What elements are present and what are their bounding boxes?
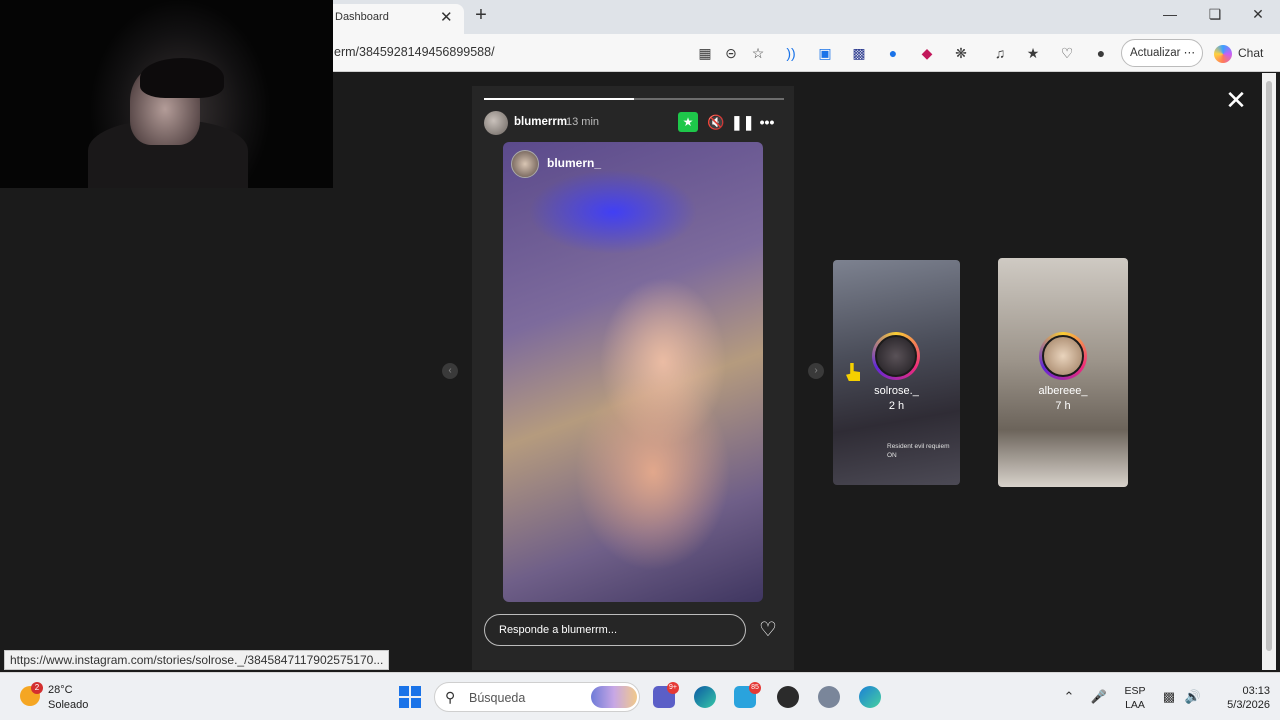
microphone-icon[interactable]: 🎤 [1090, 689, 1108, 705]
keyboard-layout: LAA [1125, 699, 1145, 711]
language-code: ESP [1124, 685, 1146, 697]
screen: Dashboard ✕ + — ❏ ✕ erm/3845928149456899… [0, 0, 1280, 720]
story-image-avatar [511, 150, 539, 178]
language-indicator[interactable]: ESP LAA [1122, 684, 1148, 712]
screenshot-icon[interactable]: ▣ [814, 42, 836, 64]
scrollbar-thumb[interactable] [1266, 81, 1272, 651]
avatar [875, 335, 917, 377]
mute-icon[interactable]: 🔇 [706, 112, 726, 132]
thumbnail-username: solrose._ [874, 385, 919, 397]
like-heart-icon[interactable]: ♡ [757, 619, 779, 641]
story-image[interactable] [503, 142, 763, 602]
browser-tab[interactable]: Dashboard ✕ [322, 4, 464, 34]
copilot-icon [1214, 44, 1232, 63]
health-icon[interactable]: ♡ [1056, 42, 1078, 64]
story-image-username: blumern_ [547, 156, 602, 170]
tab-title: Dashboard [335, 11, 389, 23]
extensions-puzzle-icon[interactable]: ❋ [950, 42, 972, 64]
search-placeholder: Búsqueda [469, 691, 526, 705]
windows-taskbar: 2 28°C Soleado ⚲ Búsqueda 9+ 85 ⌃ 🎤 ESP … [0, 672, 1280, 720]
settings-icon[interactable] [818, 686, 840, 708]
minimize-button[interactable]: — [1158, 6, 1182, 22]
webcam-overlay [0, 0, 333, 188]
taskbar-search[interactable]: ⚲ Búsqueda [434, 682, 640, 712]
next-story-thumbnail[interactable]: albereee_ 7 h [998, 258, 1128, 487]
more-options-icon[interactable]: ••• [757, 112, 777, 132]
previous-arrow-icon[interactable]: ‹ [442, 363, 458, 379]
shield-extension-icon[interactable]: ◆ [916, 42, 938, 64]
weather-temperature[interactable]: 28°C [48, 684, 73, 696]
app-grid-icon[interactable]: ▦ [694, 42, 716, 64]
new-tab-button[interactable]: + [472, 4, 490, 27]
update-button[interactable]: Actualizar ⋯ [1121, 39, 1203, 67]
thumbnail-time: 2 h [888, 400, 905, 412]
network-icon[interactable]: ▩ [1160, 689, 1178, 705]
weather-condition[interactable]: Soleado [48, 699, 88, 711]
story-ring [872, 332, 920, 380]
story-ring [1039, 332, 1087, 380]
profile-avatar[interactable]: ● [1090, 42, 1112, 64]
reply-input[interactable]: Responde a blumerrm... [484, 614, 746, 646]
page-scrollbar[interactable] [1262, 73, 1276, 670]
tray-chevron-icon[interactable]: ⌃ [1060, 689, 1078, 705]
edge-icon[interactable] [694, 686, 716, 708]
volume-icon[interactable]: 🔊 [1184, 689, 1202, 705]
media-icon[interactable]: ♫ [989, 42, 1011, 64]
reply-placeholder: Responde a blumerrm... [499, 624, 617, 636]
story-avatar[interactable] [484, 111, 508, 135]
chat-label: Chat [1238, 46, 1264, 60]
close-story-icon[interactable]: ✕ [1222, 86, 1250, 114]
thumbnail-username: albereee_ [1038, 385, 1088, 397]
read-aloud-icon[interactable]: )) [780, 42, 802, 64]
weather-badge: 2 [31, 682, 43, 694]
clock-date: 5/3/2026 [1227, 699, 1270, 711]
story-progress-bar [484, 98, 784, 100]
thumbnail-caption: Resident evil requiem ON [887, 443, 950, 459]
clock-time: 03:13 [1242, 685, 1270, 697]
story-username[interactable]: blumerrm [514, 116, 567, 128]
messenger-icon[interactable]: ● [882, 42, 904, 64]
system-clock[interactable]: 03:13 5/3/2026 [1210, 684, 1270, 712]
windows-start-icon[interactable] [399, 686, 421, 708]
thumbnail-time: 7 h [1055, 400, 1071, 412]
restore-button[interactable]: ❏ [1203, 6, 1227, 23]
teams-badge: 9+ [667, 682, 679, 694]
next-arrow-icon[interactable]: › [808, 363, 824, 379]
zoom-icon[interactable]: ⊝ [720, 42, 742, 64]
extension-icon[interactable]: ▩ [848, 42, 870, 64]
edge-dev-icon[interactable] [859, 686, 881, 708]
avatar [1042, 335, 1084, 377]
link-status-bar: https://www.instagram.com/stories/solros… [4, 650, 390, 670]
search-icon: ⚲ [445, 689, 456, 705]
chat-button[interactable]: Chat [1214, 39, 1274, 67]
story-time: 13 min [566, 116, 600, 128]
story-progress-fill [484, 98, 634, 100]
search-highlight-icon [591, 686, 637, 708]
close-window-button[interactable]: ✕ [1246, 6, 1270, 23]
telegram-badge: 85 [749, 682, 761, 694]
close-friends-star-icon: ★ [678, 112, 698, 132]
address-bar[interactable]: erm/3845928149456899588/ [334, 45, 495, 59]
webcam-hair [140, 58, 224, 98]
tab-close-icon[interactable]: ✕ [440, 8, 453, 26]
favorites-icon[interactable]: ★ [1022, 42, 1044, 64]
pause-icon[interactable]: ❚❚ [731, 112, 754, 132]
favorite-star-icon[interactable]: ☆ [747, 42, 769, 64]
obs-icon[interactable] [777, 686, 799, 708]
